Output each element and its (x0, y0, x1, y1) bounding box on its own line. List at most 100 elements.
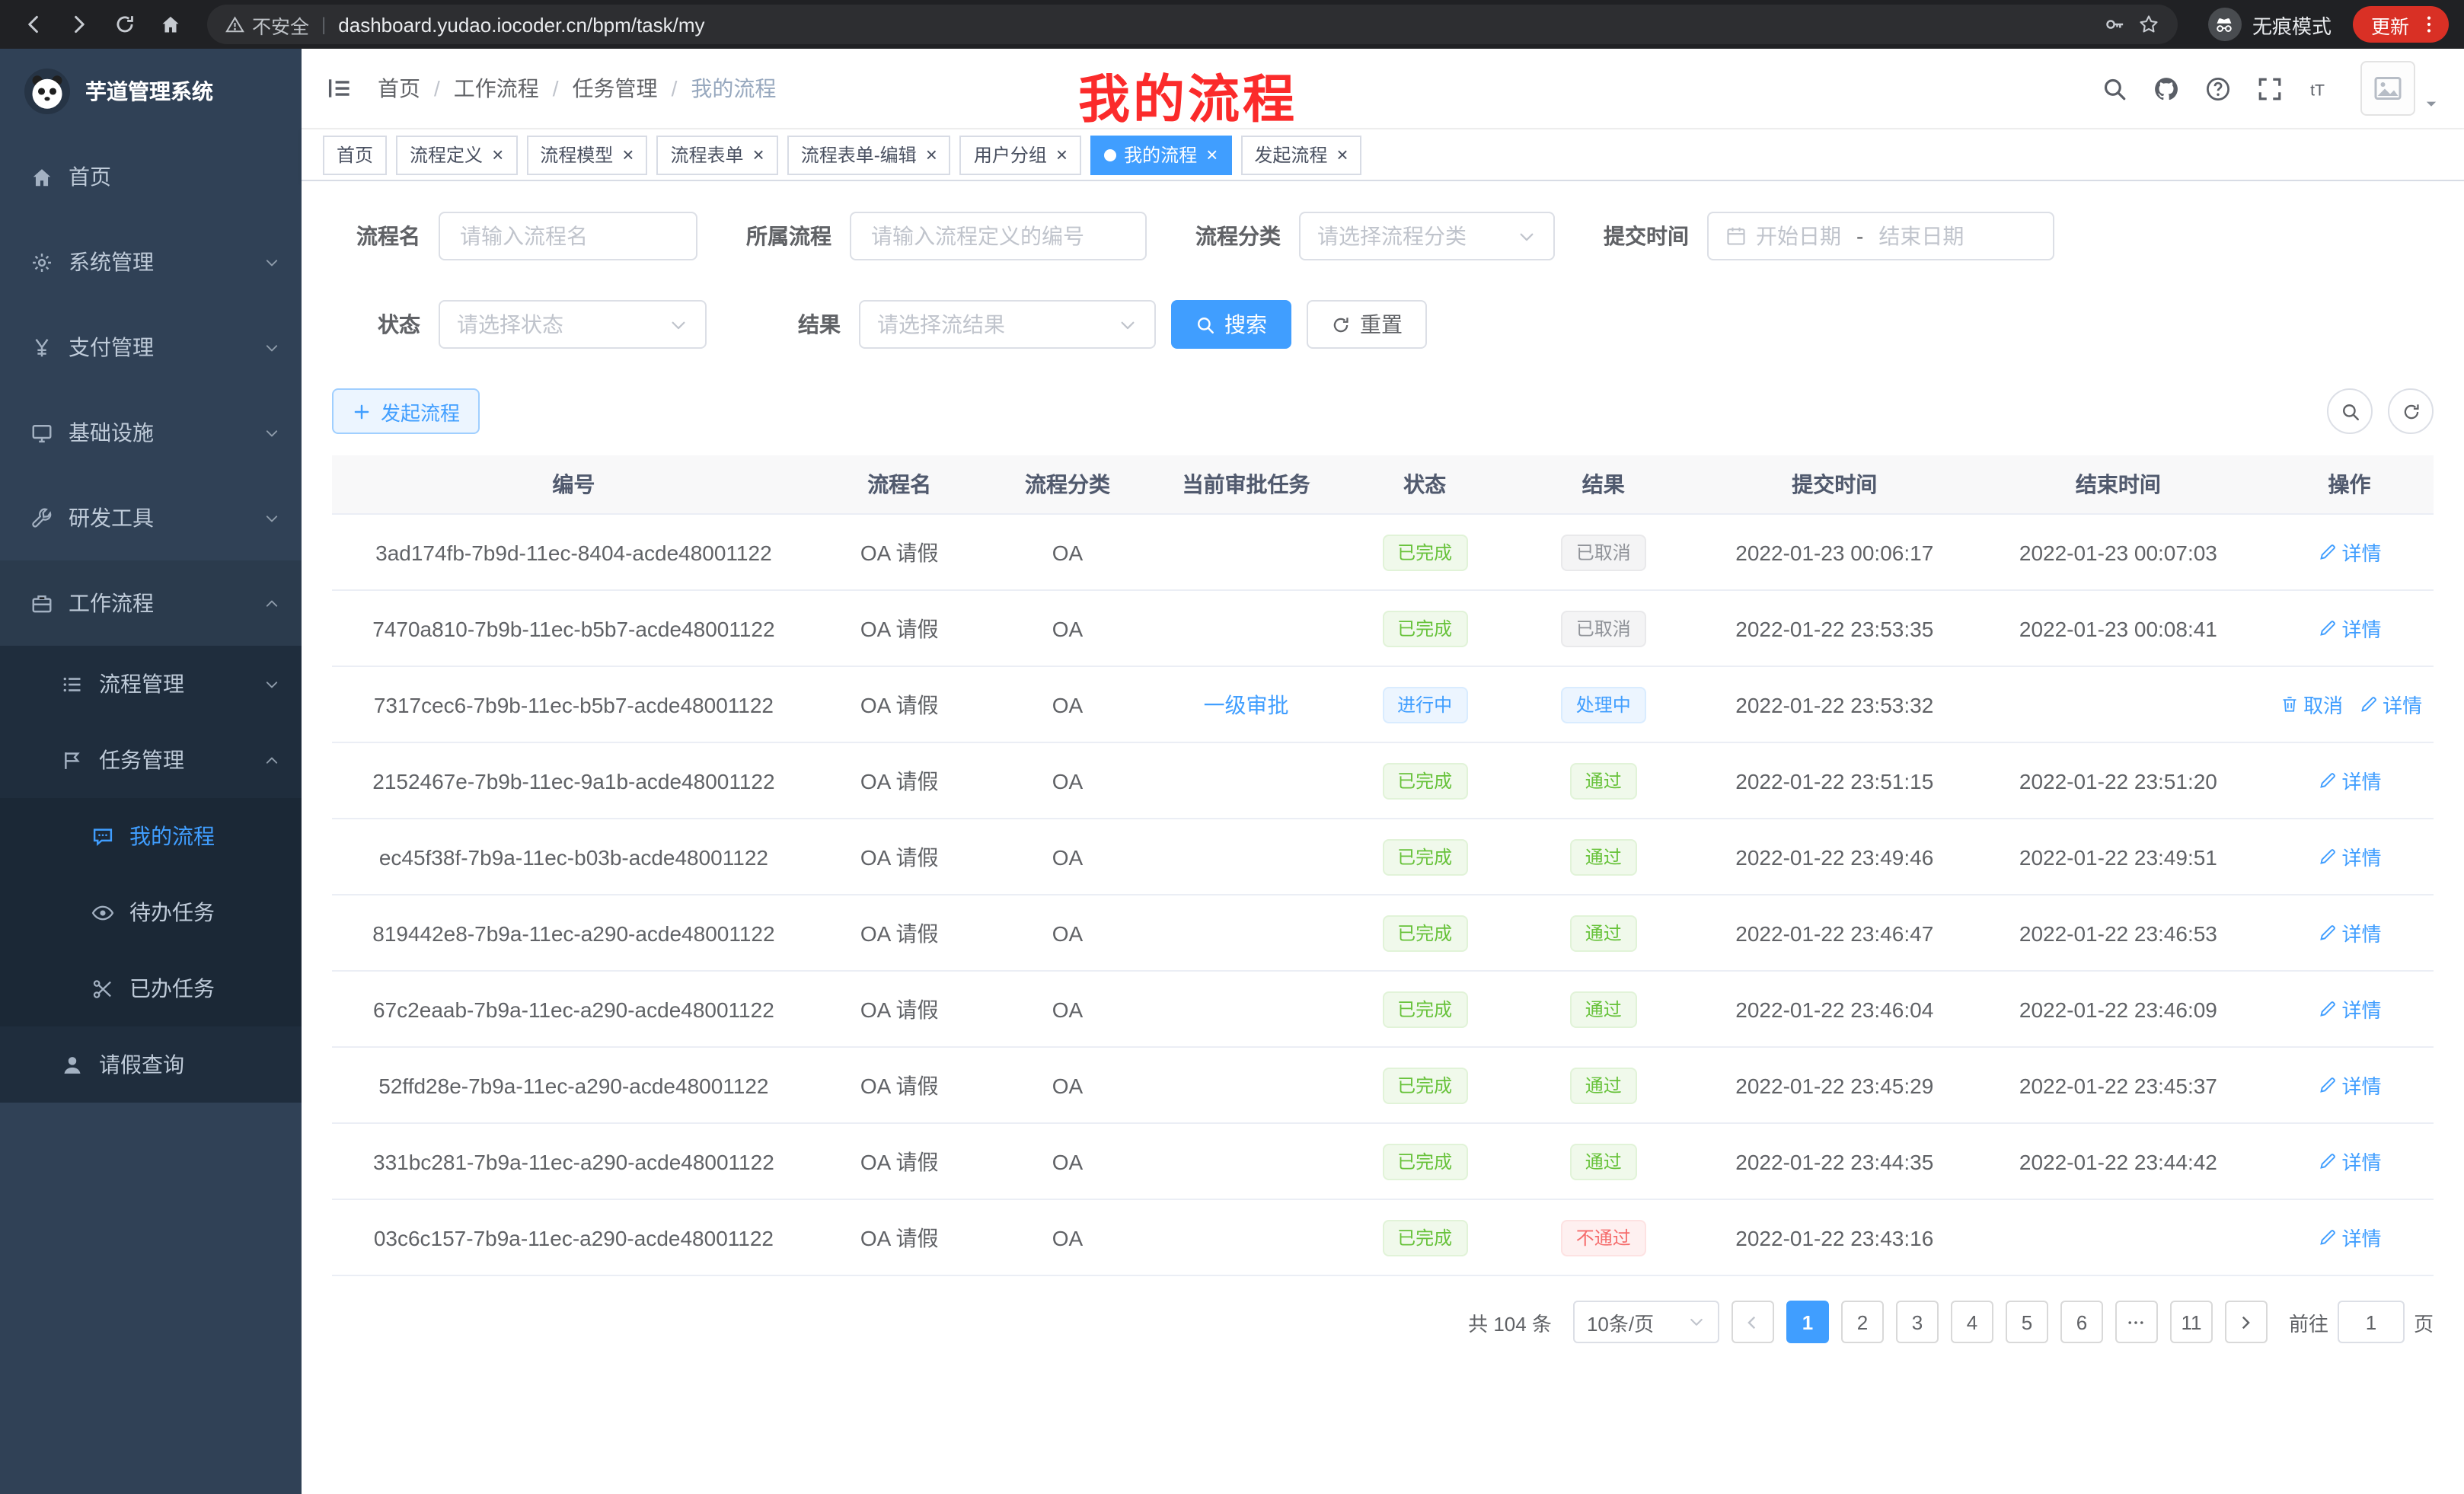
current-task-link[interactable]: 一级审批 (1204, 689, 1289, 720)
cell-category: OA (984, 1047, 1152, 1123)
tab-close-icon[interactable]: × (622, 145, 634, 164)
tab-start-process[interactable]: 发起流程× (1240, 135, 1361, 174)
tab-close-icon[interactable]: × (1206, 145, 1218, 164)
sidebar-item-process-mgmt[interactable]: 流程管理 (0, 646, 302, 722)
refresh-table-button[interactable] (2388, 388, 2434, 434)
page-button-1[interactable]: 1 (1786, 1301, 1829, 1343)
goto-page-input[interactable] (2338, 1301, 2405, 1343)
sidebar-fold-button[interactable] (326, 75, 353, 102)
browser-forward-button[interactable] (61, 6, 97, 43)
user-avatar-menu[interactable] (2360, 61, 2440, 116)
detail-link[interactable]: 详情 (2318, 1071, 2382, 1100)
detail-link[interactable]: 详情 (2318, 766, 2382, 795)
sidebar-item-leave-query[interactable]: 请假查询 (0, 1026, 302, 1103)
breadcrumb-item[interactable]: 任务管理 (573, 73, 658, 104)
result-tag: 不通过 (1561, 1219, 1646, 1256)
page-button-4[interactable]: 4 (1951, 1301, 1993, 1343)
update-label: 更新 (2371, 10, 2409, 39)
browser-home-button[interactable] (152, 6, 189, 43)
detail-link[interactable]: 详情 (2318, 994, 2382, 1023)
breadcrumb-separator: / (553, 76, 559, 101)
tab-home[interactable]: 首页 (323, 135, 387, 174)
edit-icon (2358, 694, 2378, 714)
detail-link[interactable]: 详情 (2318, 918, 2382, 947)
tab-close-icon[interactable]: × (753, 145, 764, 164)
sidebar-item-label: 待办任务 (129, 897, 215, 927)
bookmark-star-icon[interactable] (2138, 14, 2159, 35)
tab-user-group[interactable]: 用户分组× (960, 135, 1081, 174)
header-search-button[interactable] (2102, 75, 2127, 101)
tab-process-definition[interactable]: 流程定义× (396, 135, 517, 174)
browser-reload-button[interactable] (107, 6, 143, 43)
page-button-6[interactable]: 6 (2060, 1301, 2103, 1343)
font-size-button[interactable]: tT (2309, 75, 2335, 101)
status-select[interactable]: 请选择状态 (439, 300, 707, 349)
tab-close-icon[interactable]: × (492, 145, 503, 164)
toggle-search-button[interactable] (2327, 388, 2373, 434)
detail-link[interactable]: 详情 (2318, 1223, 2382, 1252)
tab-close-icon[interactable]: × (1056, 145, 1068, 164)
cell-actions: 详情 (2265, 895, 2434, 971)
tab-close-icon[interactable]: × (1336, 145, 1348, 164)
page-button-3[interactable]: 3 (1896, 1301, 1939, 1343)
tab-process-model[interactable]: 流程模型× (526, 135, 647, 174)
cell-status: 已完成 (1341, 895, 1509, 971)
browser-back-button[interactable] (15, 6, 52, 43)
page-button-11[interactable]: 11 (2170, 1301, 2213, 1343)
sidebar-item-dev-tools[interactable]: 研发工具 (0, 475, 302, 560)
github-link[interactable] (2153, 75, 2179, 101)
top-navbar: 首页/工作流程/任务管理/我的流程 tT (302, 49, 2464, 129)
app-logo[interactable]: 芋道管理系统 (0, 49, 302, 134)
page-button-5[interactable]: 5 (2006, 1301, 2048, 1343)
detail-link[interactable]: 详情 (2358, 690, 2422, 719)
category-select[interactable]: 请选择流程分类 (1299, 212, 1555, 260)
next-page-button[interactable] (2225, 1301, 2268, 1343)
cell-process-name: OA 请假 (815, 742, 984, 819)
sidebar-item-infrastructure[interactable]: 基础设施 (0, 390, 302, 475)
submit-time-range-picker[interactable]: 开始日期 - 结束日期 (1707, 212, 2054, 260)
sidebar-item-todo-tasks[interactable]: 待办任务 (0, 874, 302, 950)
search-button[interactable]: 搜索 (1171, 300, 1291, 349)
detail-link[interactable]: 详情 (2318, 842, 2382, 871)
sidebar-item-system-mgmt[interactable]: 系统管理 (0, 219, 302, 305)
tab-label: 首页 (337, 142, 373, 168)
breadcrumb-item[interactable]: 首页 (378, 73, 420, 104)
help-button[interactable] (2205, 75, 2231, 101)
start-process-button[interactable]: 发起流程 (332, 388, 480, 434)
fullscreen-button[interactable] (2257, 75, 2283, 101)
tab-process-form-edit[interactable]: 流程表单-编辑× (787, 135, 951, 174)
sidebar-item-payment-mgmt[interactable]: 支付管理 (0, 305, 302, 390)
cell-actions: 详情 (2265, 514, 2434, 590)
breadcrumb-item[interactable]: 工作流程 (454, 73, 539, 104)
tab-process-form[interactable]: 流程表单× (656, 135, 777, 174)
page-size-select[interactable]: 10条/页 (1573, 1301, 1719, 1343)
more-pages-button[interactable] (2115, 1301, 2158, 1343)
address-bar[interactable]: 不安全 | dashboard.yudao.iocoder.cn/bpm/tas… (207, 5, 2178, 44)
cell-process-id: 7470a810-7b9b-11ec-b5b7-acde48001122 (332, 590, 815, 666)
system-mgmt-icon (30, 251, 53, 273)
tab-close-icon[interactable]: × (926, 145, 937, 164)
browser-menu-icon[interactable] (2418, 14, 2440, 35)
cancel-link[interactable]: 取消 (2279, 690, 2343, 719)
url-text[interactable]: dashboard.yudao.iocoder.cn/bpm/task/my (338, 13, 2092, 36)
process-name-input[interactable] (457, 222, 679, 250)
cell-end-time: 2022-01-22 23:44:42 (1971, 1123, 2265, 1199)
prev-page-button[interactable] (1732, 1301, 1774, 1343)
sidebar-item-my-process[interactable]: 我的流程 (0, 798, 302, 874)
password-key-icon[interactable] (2105, 14, 2126, 35)
reset-button[interactable]: 重置 (1307, 300, 1427, 349)
parent-process-input[interactable] (868, 222, 1128, 250)
sidebar-item-workflow[interactable]: 工作流程 (0, 560, 302, 646)
cell-result: 通过 (1509, 1123, 1698, 1199)
detail-link[interactable]: 详情 (2318, 614, 2382, 643)
tab-my-process[interactable]: 我的流程× (1090, 135, 1231, 174)
browser-update-button[interactable]: 更新 (2353, 6, 2449, 43)
sidebar-item-task-mgmt[interactable]: 任务管理 (0, 722, 302, 798)
security-indicator[interactable]: 不安全 (225, 10, 309, 39)
sidebar-item-home[interactable]: 首页 (0, 134, 302, 219)
page-button-2[interactable]: 2 (1841, 1301, 1884, 1343)
detail-link[interactable]: 详情 (2318, 538, 2382, 567)
result-select[interactable]: 请选择流结果 (859, 300, 1156, 349)
sidebar-item-done-tasks[interactable]: 已办任务 (0, 950, 302, 1026)
detail-link[interactable]: 详情 (2318, 1147, 2382, 1176)
